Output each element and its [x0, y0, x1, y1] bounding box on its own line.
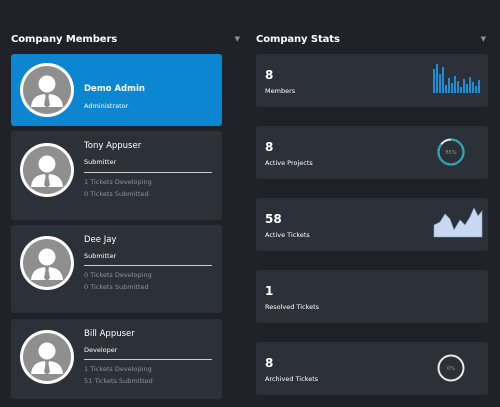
stat-value: 58 [265, 212, 282, 226]
stat-label: Resolved Tickets [265, 303, 320, 311]
area-sparkline [433, 207, 483, 238]
member-divider [84, 265, 212, 266]
member-name: Tony Appuser [84, 141, 142, 151]
person-silhouette-icon [20, 143, 74, 197]
member-card-bill-appuser[interactable]: Bill Appuser Developer 1 Tickets Develop… [11, 319, 222, 399]
donut-text: 0% [447, 366, 455, 372]
caret-down-icon[interactable]: ▼ [481, 35, 486, 43]
member-name: Bill Appuser [84, 329, 135, 339]
person-silhouette-icon [20, 236, 74, 290]
stat-value: 8 [265, 356, 274, 370]
stats-header: Company Stats ▼ [256, 31, 486, 47]
member-divider [84, 359, 212, 360]
stat-card-active-projects[interactable]: 8 Active Projects 85% [256, 126, 488, 179]
tickets-developing: 1 Tickets Developing [84, 178, 152, 186]
progress-donut: 0% [437, 354, 465, 382]
stat-card-members[interactable]: 8 Members [256, 54, 488, 107]
member-card-dee-jay[interactable]: Dee Jay Submitter 0 Tickets Developing 0… [11, 225, 222, 313]
donut-text: 85% [445, 150, 456, 156]
caret-down-icon[interactable]: ▼ [235, 35, 240, 43]
tickets-developing: 0 Tickets Developing [84, 271, 152, 279]
tickets-submitted: 51 Tickets Submitted [84, 377, 153, 385]
tickets-developing: 1 Tickets Developing [84, 365, 152, 373]
member-card-tony-appuser[interactable]: Tony Appuser Submitter 1 Tickets Develop… [11, 131, 222, 220]
member-name: Demo Admin [84, 84, 145, 94]
progress-donut: 85% [437, 138, 465, 166]
stat-label: Members [265, 87, 296, 95]
member-role: Developer [84, 346, 118, 354]
bar-sparkline [433, 64, 480, 93]
member-role: Administrator [84, 102, 129, 110]
members-title: Company Members [11, 33, 118, 45]
stat-value: 1 [265, 284, 274, 298]
stat-label: Active Tickets [265, 231, 310, 239]
person-silhouette-icon [20, 63, 74, 117]
stat-value: 8 [265, 68, 274, 82]
member-role: Submitter [84, 158, 117, 166]
member-role: Submitter [84, 252, 117, 260]
tickets-submitted: 0 Tickets Submitted [84, 283, 149, 291]
stat-value: 8 [265, 140, 274, 154]
stat-label: Active Projects [265, 159, 313, 167]
member-card-demo-admin[interactable]: Demo Admin Administrator [11, 54, 222, 126]
stat-card-resolved-tickets[interactable]: 1 Resolved Tickets [256, 270, 488, 323]
stats-title: Company Stats [256, 33, 340, 45]
member-divider [84, 172, 212, 173]
person-silhouette-icon [20, 330, 74, 384]
stat-card-active-tickets[interactable]: 58 Active Tickets [256, 198, 488, 251]
member-name: Dee Jay [84, 235, 117, 245]
stat-card-archived-tickets[interactable]: 8 Archived Tickets 0% [256, 342, 488, 395]
stat-label: Archived Tickets [265, 375, 319, 383]
members-header: Company Members ▼ [11, 31, 240, 47]
tickets-submitted: 0 Tickets Submitted [84, 190, 149, 198]
